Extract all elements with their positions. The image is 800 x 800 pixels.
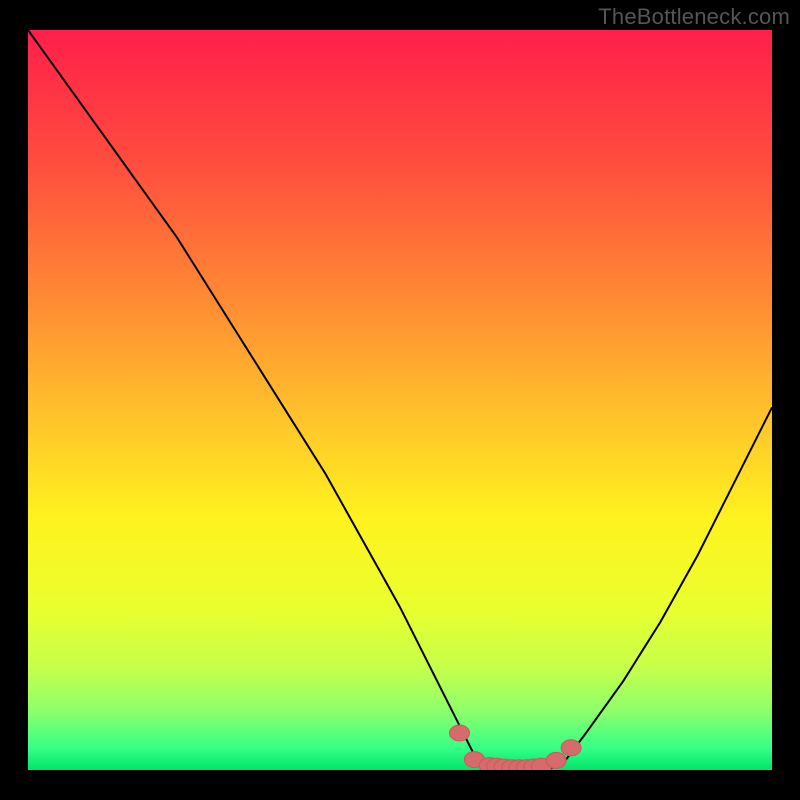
chart-stage: TheBottleneck.com	[0, 0, 800, 800]
site-watermark: TheBottleneck.com	[598, 4, 790, 30]
gradient-background	[28, 30, 772, 770]
curve-marker	[450, 725, 470, 741]
bottleneck-plot	[28, 30, 772, 770]
curve-marker	[561, 740, 581, 756]
curve-marker	[546, 752, 566, 768]
plot-svg	[28, 30, 772, 770]
